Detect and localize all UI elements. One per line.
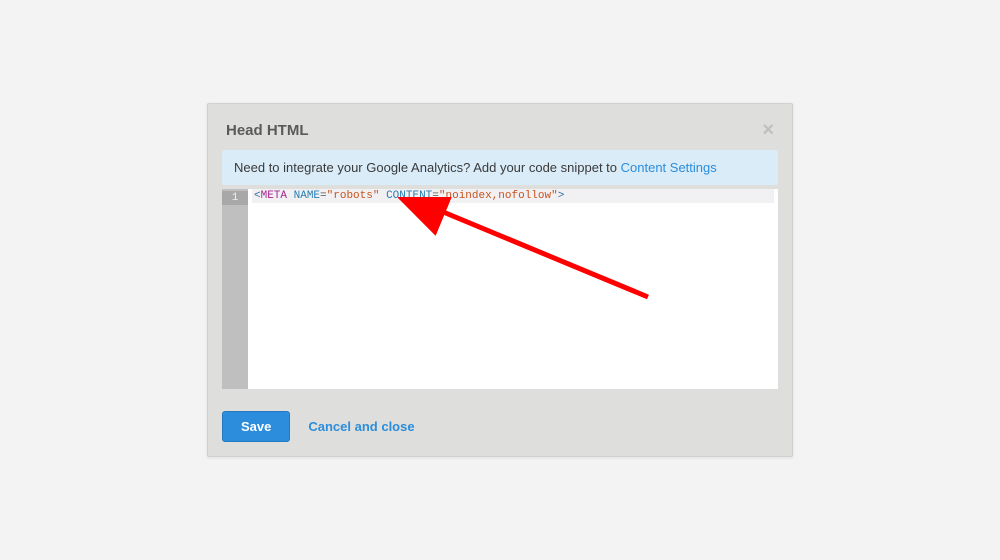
head-html-modal: Head HTML × Need to integrate your Googl… <box>207 103 793 457</box>
annotation-arrow-icon <box>398 197 658 317</box>
line-number: 1 <box>222 191 248 205</box>
tok-attr-name2: CONTENT <box>386 190 432 202</box>
info-bar: Need to integrate your Google Analytics?… <box>222 150 778 185</box>
modal-title: Head HTML <box>226 122 309 139</box>
tok-eq1: = <box>320 190 327 202</box>
tok-val2: "noindex,nofollow" <box>439 190 558 202</box>
tok-eq2: = <box>432 190 439 202</box>
modal-header: Head HTML × <box>222 118 778 150</box>
code-editor[interactable]: 1 <META NAME="robots" CONTENT="noindex,n… <box>222 189 778 389</box>
tok-open-bracket: < <box>254 190 261 202</box>
code-area[interactable]: <META NAME="robots" CONTENT="noindex,nof… <box>248 189 778 389</box>
info-text: Need to integrate your Google Analytics?… <box>234 160 621 175</box>
tok-sp1 <box>287 190 294 202</box>
content-settings-link[interactable]: Content Settings <box>621 160 717 175</box>
save-button[interactable]: Save <box>222 411 290 442</box>
code-line-1[interactable]: <META NAME="robots" CONTENT="noindex,nof… <box>252 189 774 203</box>
tok-attr-name1: NAME <box>294 190 320 202</box>
tok-tag: META <box>261 190 287 202</box>
cancel-and-close-link[interactable]: Cancel and close <box>308 419 414 434</box>
modal-footer: Save Cancel and close <box>222 411 778 442</box>
tok-val1: "robots" <box>327 190 380 202</box>
editor-gutter: 1 <box>222 189 248 389</box>
close-icon[interactable]: × <box>762 120 774 140</box>
tok-close-bracket: > <box>558 190 565 202</box>
